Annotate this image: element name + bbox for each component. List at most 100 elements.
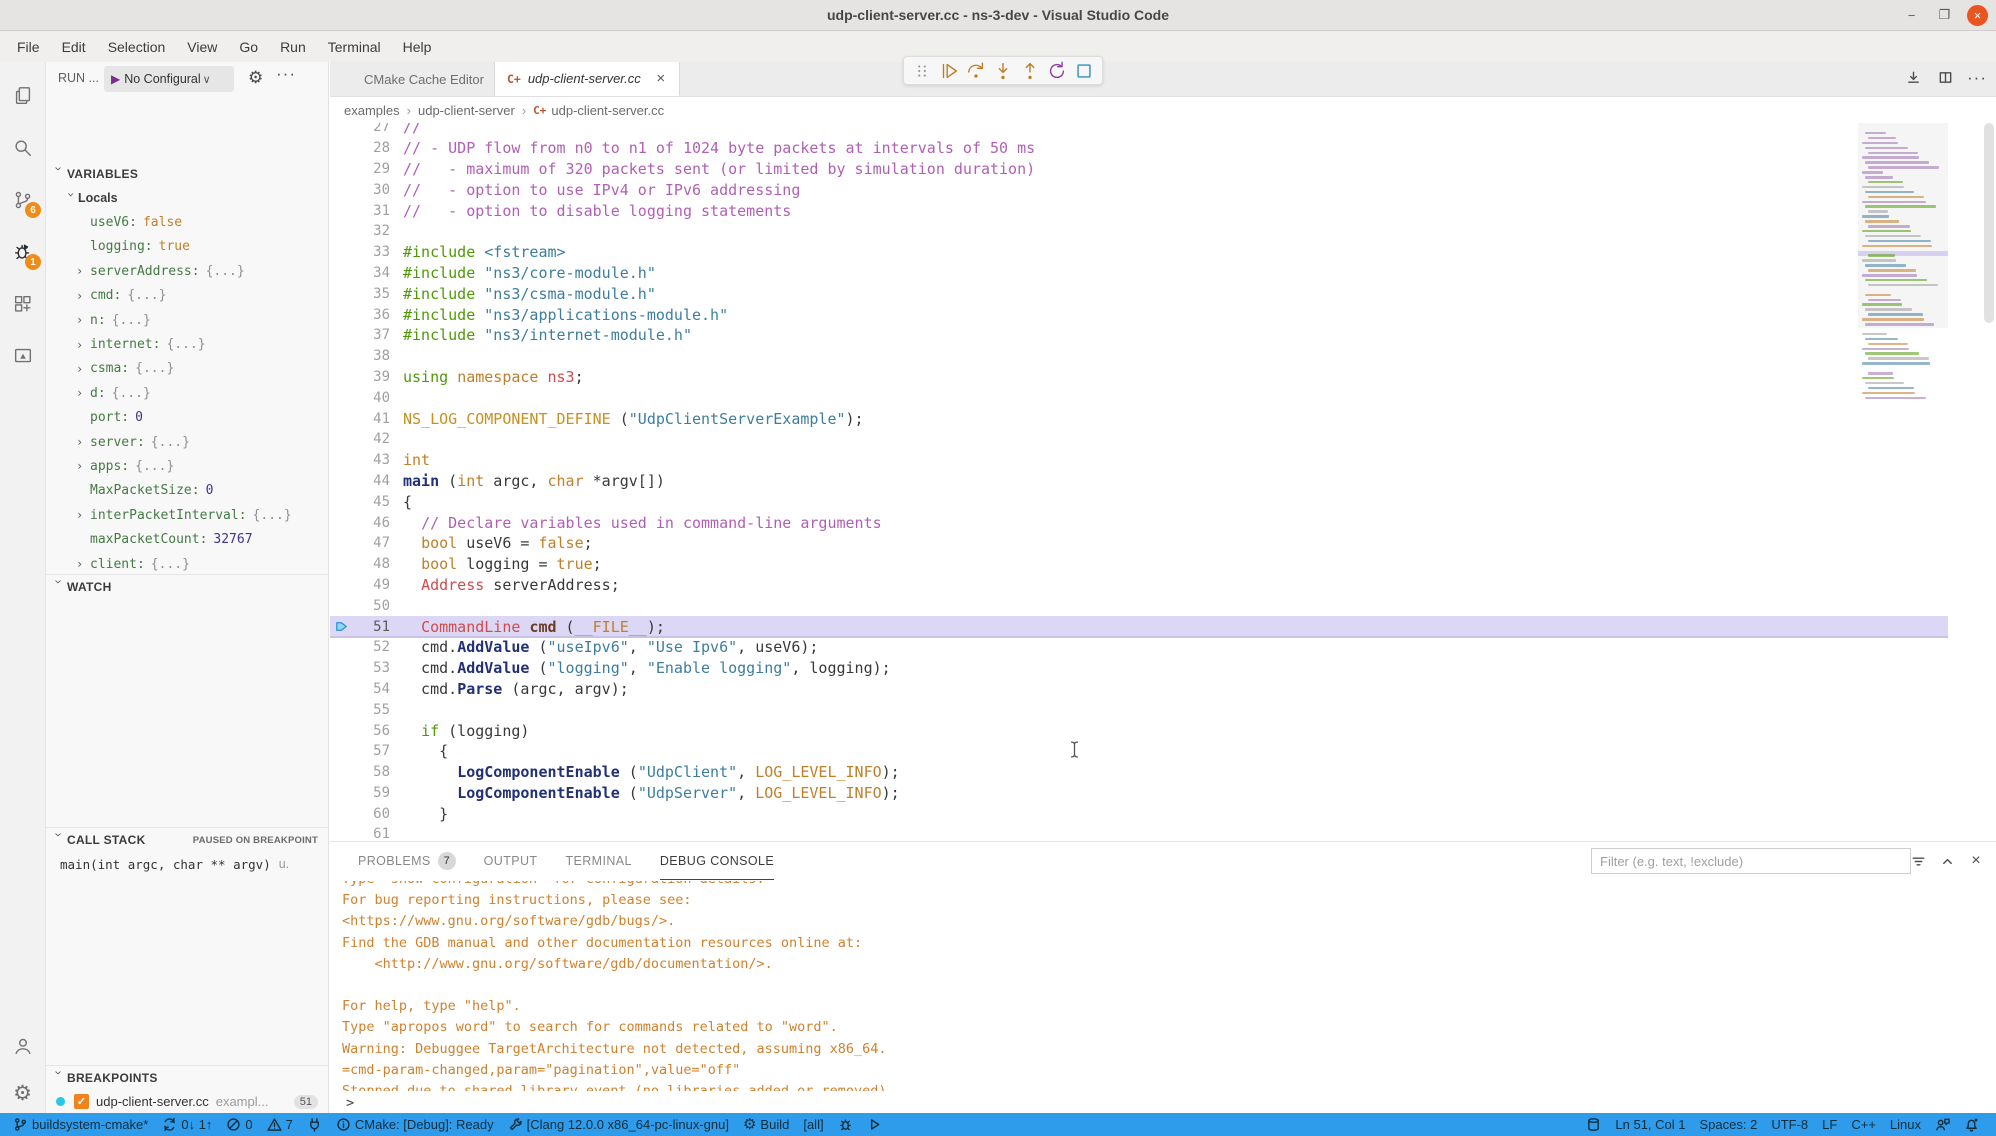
line-number[interactable]: 59 [330,785,390,801]
code-line[interactable]: 42 [330,429,1948,450]
kit-status[interactable]: [Clang 12.0.0 x86_64-pc-linux-gnu] [501,1113,736,1136]
line-number[interactable]: 52 [330,639,390,655]
code-line[interactable]: 56 if (logging) [330,720,1948,741]
panel-tab-output[interactable]: OUTPUT [484,842,538,880]
variable-row[interactable]: ›client:{...} [46,552,328,576]
line-number[interactable]: 27 [330,123,390,135]
line-number[interactable]: 46 [330,515,390,531]
code-line[interactable]: 57 { [330,741,1948,762]
sync-status[interactable]: 0↓ 1↑ [155,1113,219,1136]
breadcrumb[interactable]: examples›udp-client-server›C+udp-client-… [330,97,1946,123]
code-editor[interactable]: 27//28// - UDP flow from n0 to n1 of 102… [330,123,1948,841]
code-line[interactable]: 34#include "ns3/core-module.h" [330,263,1948,284]
variable-row[interactable]: ›interPacketInterval:{...} [46,503,328,527]
eol[interactable]: LF [1815,1113,1844,1136]
breadcrumb-item[interactable]: udp-client-server.cc [551,103,664,118]
step-into-icon[interactable] [989,59,1016,83]
step-out-icon[interactable] [1016,59,1043,83]
close-icon[interactable]: × [1967,5,1988,26]
launch-button[interactable] [860,1113,889,1136]
code-line[interactable]: 60 } [330,803,1948,824]
chevron-up-icon[interactable] [1937,851,1957,871]
code-line[interactable]: 52 cmd.AddValue ("useIpv6", "Use Ipv6", … [330,637,1948,658]
branch-status[interactable]: buildsystem-cmake* [6,1113,155,1136]
debug-port-status[interactable] [300,1113,329,1136]
code-line[interactable]: 51 CommandLine cmd (__FILE__); [330,616,1948,637]
code-line[interactable]: 58 LogComponentEnable ("UdpClient", LOG_… [330,762,1948,783]
code-line[interactable]: 53 cmd.AddValue ("logging", "Enable logg… [330,658,1948,679]
configure-gear-icon[interactable]: ⚙ [248,68,263,88]
warnings-status[interactable]: 7 [260,1113,300,1136]
breadcrumb-item[interactable]: udp-client-server [418,103,515,118]
activitybar-source-control[interactable]: 6 [0,176,45,224]
code-line[interactable]: 61 [330,824,1948,841]
line-number[interactable]: 56 [330,723,390,739]
activitybar-run-and-debug[interactable]: 1 [0,228,45,276]
menu-go[interactable]: Go [228,31,269,62]
code-line[interactable]: 55 [330,699,1948,720]
code-line[interactable]: 54 cmd.Parse (argc, argv); [330,679,1948,700]
language-mode[interactable]: C++ [1844,1113,1883,1136]
variable-row[interactable]: ›n:{...} [46,308,328,332]
panel-tab-terminal[interactable]: TERMINAL [565,842,631,880]
encoding[interactable]: UTF-8 [1764,1113,1815,1136]
code-line[interactable]: 44main (int argc, char *argv[]) [330,471,1948,492]
call-stack-section-header[interactable]: › CALL STACK PAUSED ON BREAKPOINT [46,827,328,852]
variable-row[interactable]: ›apps:{...} [46,454,328,478]
code-line[interactable]: 45{ [330,491,1948,512]
line-number[interactable]: 55 [330,702,390,718]
line-number[interactable]: 38 [330,348,390,364]
code-line[interactable]: 48 bool logging = true; [330,554,1948,575]
variable-row[interactable]: ›server:{...} [46,430,328,454]
call-stack-frame[interactable]: main(int argc, char ** argv) u. [60,852,320,876]
download-icon[interactable] [1902,66,1924,88]
console-prompt[interactable]: > [346,1095,354,1111]
tab-cmake-cache-editor[interactable]: CMake Cache Editor [330,62,495,96]
code-line[interactable]: 39using namespace ns3; [330,367,1948,388]
watch-section-header[interactable]: › WATCH [46,574,328,599]
code-line[interactable]: 30// - option to use IPv4 or IPv6 addres… [330,179,1948,200]
code-line[interactable]: 28// - UDP flow from n0 to n1 of 1024 by… [330,138,1948,159]
line-number[interactable]: 41 [330,411,390,427]
line-number[interactable]: 49 [330,577,390,593]
restore-icon[interactable]: ❐ [1934,5,1955,26]
panel-tab-problems[interactable]: PROBLEMS7 [358,842,456,880]
line-number[interactable]: 35 [330,286,390,302]
variable-row[interactable]: ›logging:true [46,235,328,259]
more-actions-icon[interactable]: ··· [1966,66,1988,88]
activitybar-cmake-tools[interactable] [0,332,45,380]
line-number[interactable]: 40 [330,390,390,406]
line-number[interactable]: 53 [330,660,390,676]
code-line[interactable]: 32 [330,221,1948,242]
code-line[interactable]: 43int [330,450,1948,471]
menu-view[interactable]: View [176,31,228,62]
run-more-actions-icon[interactable]: ··· [276,64,296,84]
line-number[interactable]: 48 [330,556,390,572]
line-number[interactable]: 43 [330,452,390,468]
line-number[interactable]: 42 [330,431,390,447]
breakpoints-section-header[interactable]: › BREAKPOINTS [46,1065,328,1090]
feedback[interactable] [1928,1113,1957,1136]
debug-console-output[interactable]: Type "show configuration" for configurat… [342,881,1992,1091]
code-line[interactable]: 59 LogComponentEnable ("UdpServer", LOG_… [330,783,1948,804]
menu-file[interactable]: File [6,31,51,62]
cmake-status[interactable]: CMake: [Debug]: Ready [329,1113,501,1136]
code-line[interactable]: 49 Address serverAddress; [330,575,1948,596]
variables-group-locals[interactable]: ›Locals [46,186,328,210]
line-number[interactable]: 34 [330,265,390,281]
close-panel-icon[interactable]: × [1966,851,1986,871]
line-number[interactable]: 33 [330,244,390,260]
minimap[interactable] [1858,123,1948,413]
variables-section-header[interactable]: › VARIABLES [46,162,328,186]
code-line[interactable]: 40 [330,387,1948,408]
menu-run[interactable]: Run [269,31,317,62]
line-number[interactable]: 58 [330,764,390,780]
code-line[interactable]: 38 [330,346,1948,367]
code-line[interactable]: 47 bool useV6 = false; [330,533,1948,554]
line-number[interactable]: 30 [330,182,390,198]
code-line[interactable]: 29// - maximum of 320 packets sent (or l… [330,159,1948,180]
line-number[interactable]: 28 [330,140,390,156]
split-editor-icon[interactable] [1934,66,1956,88]
line-number[interactable]: 45 [330,494,390,510]
menu-edit[interactable]: Edit [51,31,97,62]
